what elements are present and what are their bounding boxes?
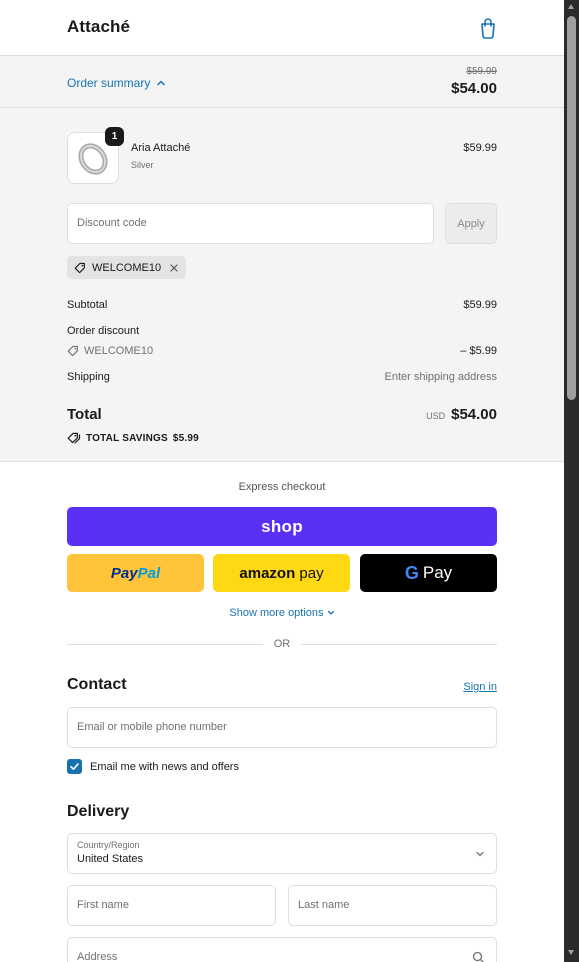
total-amount: $54.00 xyxy=(451,406,497,423)
total-savings: TOTAL SAVINGS $5.99 xyxy=(67,432,199,444)
subtotal-value: $59.99 xyxy=(463,299,497,311)
contact-title: Contact xyxy=(67,676,127,693)
discount-value: – $5.99 xyxy=(460,345,497,357)
google-g-icon: G xyxy=(404,562,419,583)
chevron-down-icon xyxy=(327,610,334,616)
tag-icon xyxy=(67,345,78,357)
product-variant: Silver xyxy=(131,160,154,170)
order-summary-toggle-row: Order summary $59.99 $54.00 xyxy=(0,56,564,108)
express-checkout-title: Express checkout xyxy=(238,481,326,493)
order-discount-label: Order discount xyxy=(67,325,140,337)
shop-pay-button[interactable]: shop xyxy=(67,507,497,546)
savings-value: $5.99 xyxy=(172,432,199,444)
tags-icon xyxy=(67,432,81,444)
order-summary-label: Order summary xyxy=(67,76,151,90)
shipping-label: Shipping xyxy=(67,371,110,383)
subtotal-label: Subtotal xyxy=(67,299,108,311)
page-scrollbar[interactable] xyxy=(564,0,579,962)
order-summary-toggle[interactable]: Order summary xyxy=(67,76,166,90)
scroll-up-arrow-icon[interactable] xyxy=(568,4,574,9)
product-price: $59.99 xyxy=(463,142,497,154)
paypal-button[interactable]: Pay Pal xyxy=(67,554,204,592)
country-select[interactable]: Country/Region United States xyxy=(67,833,497,874)
show-more-options-label: Show more options xyxy=(229,607,324,619)
applied-discount-chip: WELCOME10 xyxy=(67,256,187,279)
discount-code-line: WELCOME10 xyxy=(67,345,153,357)
google-pay-button[interactable]: G Pay xyxy=(360,554,497,592)
order-summary-panel: Order summary $59.99 $54.00 1 Aria Attac… xyxy=(0,56,564,462)
sign-in-link[interactable]: Sign in xyxy=(463,681,497,693)
email-field[interactable]: Email or mobile phone number xyxy=(67,707,497,748)
chevron-down-icon xyxy=(476,851,484,857)
show-more-options-link[interactable]: Show more options xyxy=(0,607,564,619)
applied-discount-code: WELCOME10 xyxy=(92,261,162,274)
store-brand[interactable]: Attaché xyxy=(67,17,130,37)
total-value: USD $54.00 xyxy=(426,406,497,423)
amazon-pay-button[interactable]: amazon pay xyxy=(213,554,350,592)
country-value: United States xyxy=(77,853,144,865)
google-pay-text: Pay xyxy=(422,563,453,582)
scrollbar-thumb[interactable] xyxy=(567,16,576,400)
paypal-logo-part2: Pal xyxy=(137,564,161,582)
apply-button[interactable]: Apply xyxy=(445,203,497,244)
amazon-logo: amazon xyxy=(239,564,296,582)
checkout-page: Attaché Order summary $59.99 $54.00 1 Ar… xyxy=(0,0,564,962)
chevron-up-icon xyxy=(157,80,166,86)
savings-label: TOTAL SAVINGS xyxy=(86,432,168,444)
total-label: Total xyxy=(67,406,102,423)
original-total: $59.99 xyxy=(466,66,497,77)
discount-code-input[interactable]: Discount code xyxy=(67,203,434,244)
total-currency: USD xyxy=(426,411,446,421)
first-name-field[interactable]: First name xyxy=(67,885,276,926)
shipping-value: Enter shipping address xyxy=(384,371,497,383)
shopping-bag-icon[interactable] xyxy=(478,17,498,39)
header: Attaché xyxy=(0,0,564,56)
discount-code-text: WELCOME10 xyxy=(84,345,154,357)
address-field[interactable]: Address xyxy=(67,937,497,962)
country-label: Country/Region xyxy=(77,840,140,850)
remove-discount-icon[interactable] xyxy=(169,263,179,273)
address-placeholder: Address xyxy=(77,951,118,962)
or-separator: OR xyxy=(273,638,291,650)
header-total: $54.00 xyxy=(451,80,497,97)
amazon-pay-text: pay xyxy=(299,564,324,582)
newsletter-label: Email me with news and offers xyxy=(90,761,239,773)
search-icon xyxy=(472,951,484,962)
delivery-title: Delivery xyxy=(67,803,130,820)
paypal-logo-part1: Pay xyxy=(110,564,138,582)
last-name-field[interactable]: Last name xyxy=(288,885,497,926)
tag-icon xyxy=(74,262,85,273)
quantity-badge: 1 xyxy=(105,127,124,146)
scroll-down-arrow-icon[interactable] xyxy=(568,950,574,955)
newsletter-checkbox[interactable] xyxy=(67,759,82,774)
product-name: Aria Attaché xyxy=(131,142,191,154)
checkmark-icon xyxy=(70,763,79,770)
